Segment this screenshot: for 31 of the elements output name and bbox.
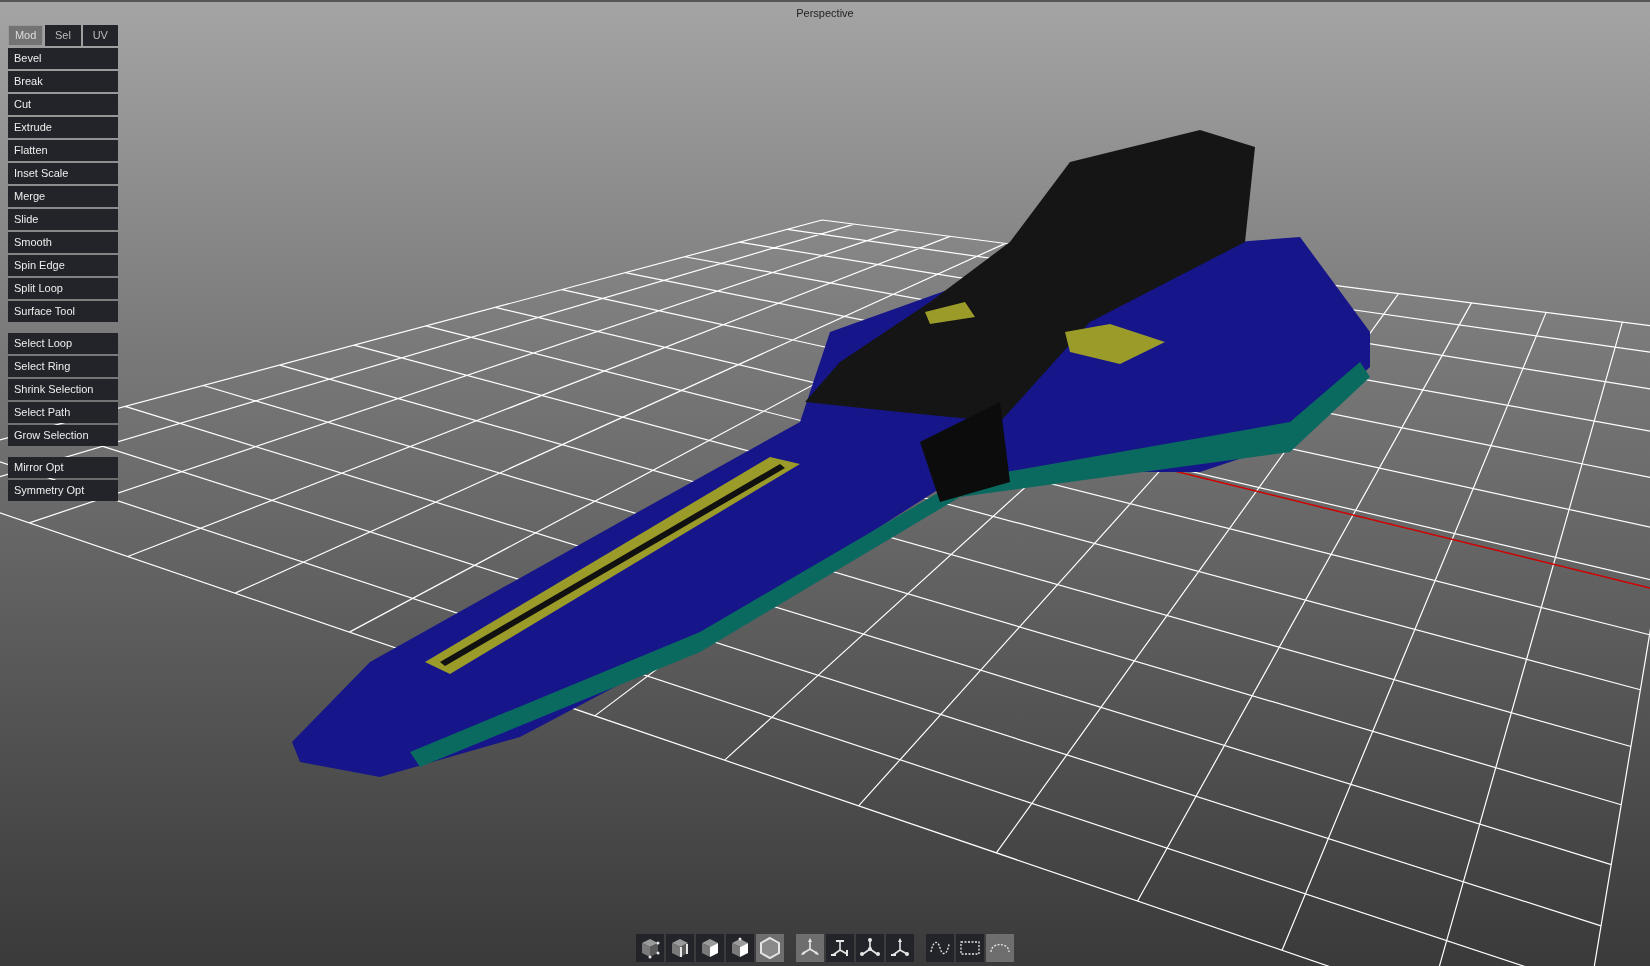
toolbar-button[interactable] [666,934,694,962]
panel-tab[interactable]: Mod [8,25,44,46]
tool-button[interactable]: Split Loop [8,278,118,299]
tool-button[interactable]: Slide [8,209,118,230]
tool-button[interactable]: Bevel [8,48,118,69]
tool-button[interactable]: Mirror Opt [8,457,118,478]
tool-button[interactable]: Cut [8,94,118,115]
object-mode-icon [758,936,782,960]
toolbar-button[interactable] [856,934,884,962]
tool-button[interactable]: Grow Selection [8,425,118,446]
tool-button[interactable]: Select Ring [8,356,118,377]
tool-button[interactable]: Break [8,71,118,92]
toolbar-button[interactable] [726,934,754,962]
panel-tab[interactable]: UV [82,25,118,46]
tool-button[interactable]: Spin Edge [8,255,118,276]
tool-button[interactable]: Symmetry Opt [8,480,118,501]
tool-button[interactable]: Flatten [8,140,118,161]
tool-button[interactable]: Smooth [8,232,118,253]
tool-button[interactable]: Select Path [8,402,118,423]
panel-tab[interactable]: Sel [45,25,81,46]
viewport-title: Perspective [796,6,854,21]
toolbar-button[interactable] [956,934,984,962]
toolbar-button[interactable] [886,934,914,962]
tool-button[interactable]: Extrude [8,117,118,138]
tool-button[interactable]: Select Loop [8,333,118,354]
toolbar-button[interactable] [696,934,724,962]
tool-button[interactable]: Surface Tool [8,301,118,322]
toolbar-button[interactable] [826,934,854,962]
tool-button[interactable]: Inset Scale [8,163,118,184]
tool-button[interactable]: Shrink Selection [8,379,118,400]
tool-button[interactable]: Merge [8,186,118,207]
